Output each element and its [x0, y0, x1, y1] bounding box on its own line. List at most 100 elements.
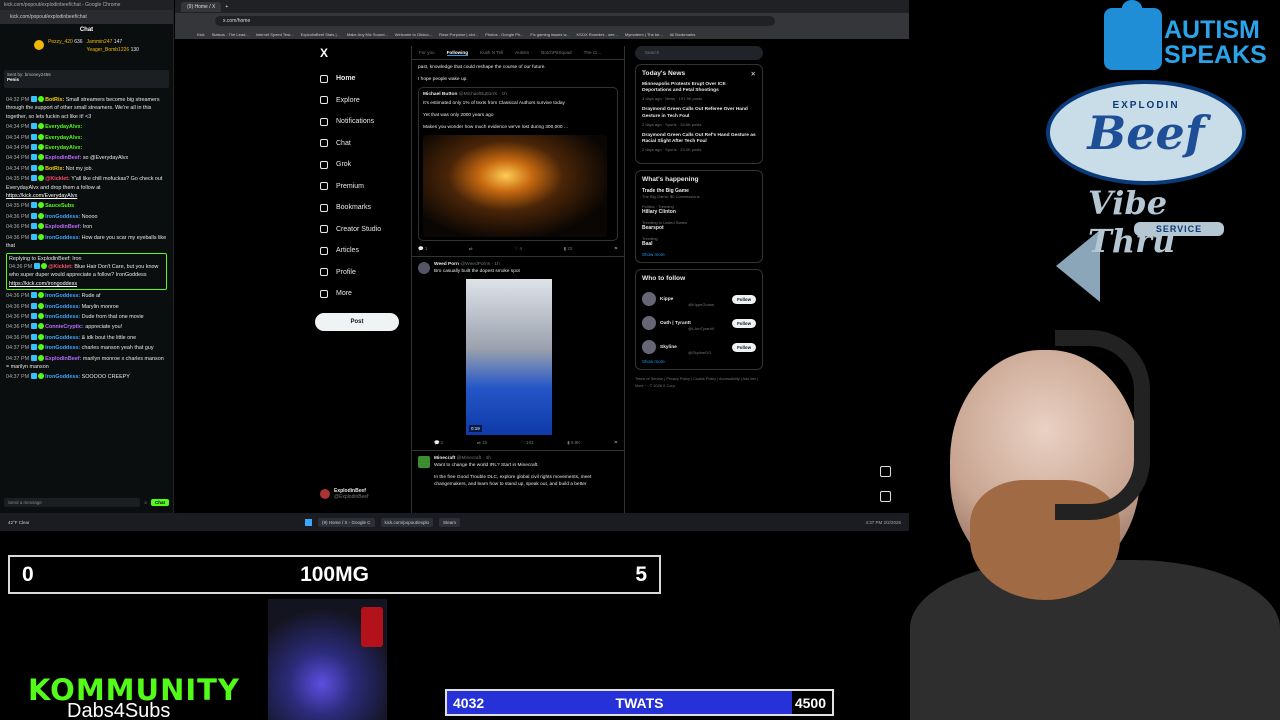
show-more-link[interactable]: Show more: [642, 252, 756, 257]
follow-suggestion[interactable]: Oath | Tyrantt @LArnTyrantX Follow: [642, 311, 756, 335]
feed-post[interactable]: Minecraft @Minecraft · 4h Want to change…: [412, 451, 624, 492]
chat-send-button[interactable]: Chat: [151, 498, 169, 506]
news-item[interactable]: Draymond Green Calls Out Referee Over Ha…: [642, 107, 756, 126]
trend-item[interactable]: Trade the Big Game The Big Game: $0 Commi…: [642, 188, 756, 199]
chat-username[interactable]: @Kicklet:: [48, 264, 73, 270]
taskbar-app[interactable]: (9) Home / X - Google C: [318, 517, 375, 527]
bookmark-item[interactable]: Welcome to Okdoo...: [395, 32, 432, 37]
show-more-link[interactable]: Show more: [642, 359, 756, 364]
account-switcher[interactable]: ExplodinBeef @ExplodinBeef: [320, 488, 369, 500]
chat-message-list[interactable]: 04:32 PM BotRix: Small streamers become b…: [0, 90, 173, 382]
avatar[interactable]: [642, 292, 656, 307]
chat-username[interactable]: IronGoddess:: [45, 335, 80, 341]
post-button[interactable]: Post: [315, 312, 399, 331]
follow-button[interactable]: Follow: [732, 294, 756, 304]
feed-tab[interactable]: The Cr...: [584, 50, 602, 55]
chat-username[interactable]: ExplodinBeef:: [45, 356, 81, 362]
chat-message[interactable]: 04:36 PM ExplodinBeef: Iron: [6, 223, 167, 231]
leader-name[interactable]: Yeager_Bomb1226: [87, 47, 130, 53]
nav-item-notifications[interactable]: Notifications: [315, 111, 405, 133]
feed-tab[interactable]: Kush N Tell: [480, 50, 503, 55]
chat-username[interactable]: BotRix:: [45, 97, 64, 103]
feed-tab[interactable]: BotchPitSquad: [541, 50, 571, 55]
bookmark-item[interactable]: ExplodinBeef Stats |...: [301, 32, 340, 37]
taskbar-app[interactable]: kick.com/popout/explo: [380, 517, 434, 527]
bookmark-item[interactable]: Kick: [197, 32, 205, 37]
pen-icon[interactable]: [880, 466, 891, 477]
chat-username[interactable]: IronGoddess:: [45, 374, 80, 380]
avatar[interactable]: [418, 262, 430, 274]
follow-button[interactable]: Follow: [732, 342, 756, 352]
chat-link[interactable]: https://kick.com/EverydayAlvx: [6, 193, 77, 199]
chat-username[interactable]: BotRix:: [45, 166, 64, 172]
bookmark-item[interactable]: Make Any Mic Sound...: [347, 32, 388, 37]
bookmark-item[interactable]: Statsus - The Lead...: [212, 32, 249, 37]
chat-message[interactable]: 04:36 PM IronGoddess: Rude af: [6, 292, 167, 300]
reply-icon[interactable]: 💬 1: [418, 245, 427, 252]
nav-item-bookmarks[interactable]: Bookmarks: [315, 197, 405, 219]
chat-message[interactable]: 04:35 PM @Kicklet: Y'all like chill mofuc…: [6, 175, 167, 200]
chat-message[interactable]: 04:37 PM IronGoddess: charles manson yeah…: [6, 344, 167, 352]
chat-message[interactable]: 04:35 PM SauceSubs: [6, 202, 167, 210]
chat-message[interactable]: 04:36 PM IronGoddess: & idk bout the litt…: [6, 333, 167, 342]
new-tab-icon[interactable]: +: [225, 4, 228, 10]
feed-tab[interactable]: Following: [446, 50, 469, 56]
trend-item[interactable]: Politics · Trending Hillary Clinton: [642, 204, 756, 215]
views-icon[interactable]: ▮ 22: [564, 245, 573, 252]
nav-item-articles[interactable]: Articles: [315, 240, 405, 262]
chat-username[interactable]: IronGoddess:: [45, 293, 80, 299]
chat-username[interactable]: IronGoddess:: [45, 345, 80, 351]
chat-message[interactable]: 04:36 PM IronGoddess: Noooo: [6, 212, 167, 221]
chat-username[interactable]: EverydayAlvx:: [45, 145, 82, 151]
repost-icon[interactable]: ⇄ 10: [477, 439, 487, 446]
chat-url-bar[interactable]: kick.com/popout/explodinbeef/chat: [0, 10, 173, 24]
like-icon[interactable]: ♡ 102: [521, 439, 534, 446]
chat-username[interactable]: ExplodinBeef:: [45, 155, 81, 161]
chat-username[interactable]: @Kicklet:: [45, 176, 70, 182]
chat-message[interactable]: 04:37 PM ExplodinBeef: marilyn monroe x c…: [6, 354, 167, 372]
leader-name[interactable]: Pezzy_420: [48, 39, 73, 45]
nav-item-grok[interactable]: Grok: [315, 154, 405, 176]
emoji-icon[interactable]: ☺: [143, 500, 148, 505]
post-author[interactable]: Weed Porn: [434, 262, 459, 267]
chat-message[interactable]: 04:34 PM EverydayAlvx:: [6, 123, 167, 131]
chat-username[interactable]: IronGoddess:: [45, 235, 80, 241]
chat-message[interactable]: Replying to ExplodinBeef: Iron 04:36 PM @K…: [6, 252, 167, 291]
bookmark-item[interactable]: Mymoterm | The be...: [625, 32, 663, 37]
bookmark-icon[interactable]: ⚑: [614, 245, 618, 252]
repost-icon[interactable]: ⇄: [469, 245, 473, 252]
nav-item-creator-studio[interactable]: Creator Studio: [315, 219, 405, 241]
news-item[interactable]: Minneapolis Protests Erupt Over ICE Depo…: [642, 82, 756, 101]
close-icon[interactable]: ✕: [750, 70, 756, 78]
chat-username[interactable]: SauceSubs: [45, 203, 74, 209]
nav-item-profile[interactable]: Profile: [315, 262, 405, 284]
chat-message[interactable]: 04:32 PM BotRix: Small streamers become b…: [6, 96, 167, 121]
leader-name[interactable]: Jammin247: [87, 39, 113, 45]
bookmark-item[interactable]: Fix gaming issues w...: [530, 32, 569, 37]
pinned-message[interactable]: Sent by: bmoney2456 Penis: [4, 70, 169, 88]
search-input[interactable]: Search: [635, 46, 763, 60]
chat-message[interactable]: 04:36 PM IronGoddess: Dude from that one …: [6, 312, 167, 321]
taskbar-app[interactable]: Steam: [439, 517, 461, 527]
bookmark-icon[interactable]: ⚑: [614, 439, 618, 446]
reply-icon[interactable]: 💬 2: [434, 439, 443, 446]
chat-message[interactable]: 04:36 PM ConnieCryptic: appreciate you!: [6, 323, 167, 331]
timeline-feed[interactable]: For you Following Kush N Tell Autism BotchPi…: [411, 46, 625, 513]
chat-message[interactable]: 04:36 PM IronGoddess: How dare you scar m…: [6, 233, 167, 251]
like-icon[interactable]: ♡ 4: [514, 245, 522, 252]
views-icon[interactable]: ▮ 5.8K: [567, 439, 580, 446]
chat-message[interactable]: 04:37 PM IronGoddess: SOOOOO CREEPY: [6, 373, 167, 381]
quoted-post[interactable]: Michael Button @MichaelButtonX · 1h It's…: [418, 87, 618, 241]
chat-username[interactable]: IronGoddess:: [45, 304, 80, 310]
feed-post[interactable]: Weed Porn @WeedPorns · 1h Bro casually b…: [412, 257, 624, 451]
x-logo[interactable]: X: [320, 46, 405, 60]
chat-link[interactable]: https://kick.com/irongoddess: [9, 281, 77, 287]
bookmark-item[interactable]: Photos - Google Ph...: [485, 32, 523, 37]
feed-post[interactable]: past, knowledge that could reshape the c…: [412, 60, 624, 257]
chat-username[interactable]: ConnieCryptic:: [45, 324, 84, 330]
post-author[interactable]: Minecraft: [434, 456, 455, 461]
nav-item-home[interactable]: Home: [315, 68, 405, 90]
avatar[interactable]: [642, 340, 656, 355]
chat-message[interactable]: 04:34 PM BotRix: Not my job.: [6, 164, 167, 173]
bookmark-item[interactable]: Internet Speed Test...: [256, 32, 294, 37]
